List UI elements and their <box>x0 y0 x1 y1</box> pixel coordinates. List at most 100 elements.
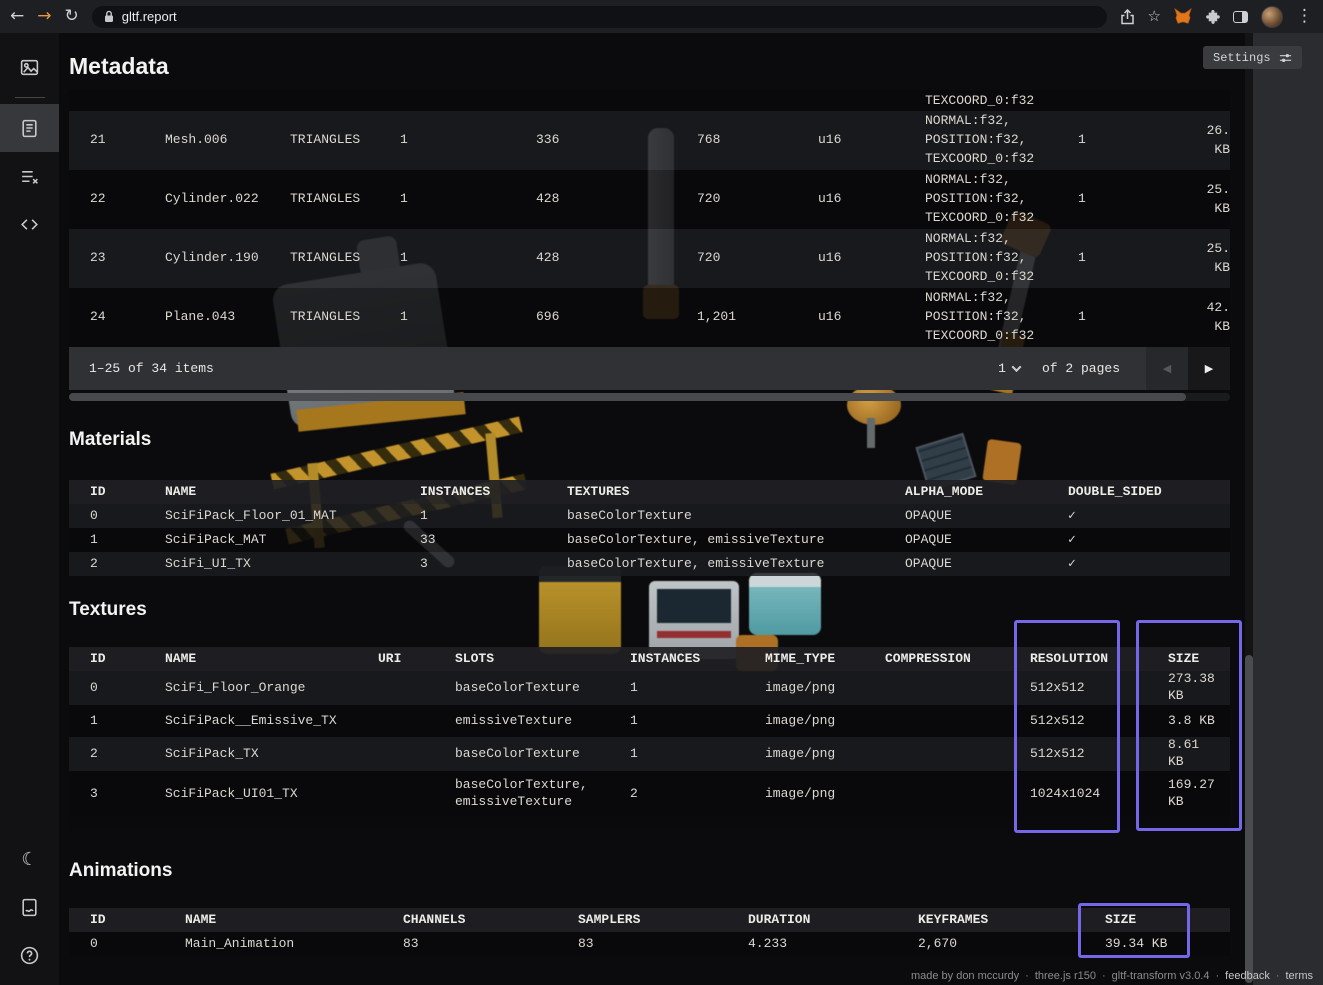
horizontal-scrollbar-thumb[interactable] <box>69 393 1186 401</box>
col-double-sided: DOUBLE_SIDED <box>1068 484 1230 501</box>
page-count: of 2 pages <box>1042 361 1120 376</box>
cell-size: 8.61 KB <box>1168 737 1218 771</box>
footer-threejs-version: three.js r150 <box>1035 970 1096 982</box>
cell-vertices: 428 <box>536 190 697 209</box>
cell-id: 0 <box>90 680 165 697</box>
table-row: 22 Cylinder.022 TRIANGLES 1 428 720 u16 … <box>69 170 1230 229</box>
cell-gl-primitives: 720 <box>697 190 818 209</box>
scene-lamp-arm <box>867 418 875 448</box>
help-icon <box>19 945 40 966</box>
footer-separator: · <box>1276 970 1280 982</box>
table-row: 2 SciFi_UI_TX 3 baseColorTexture, emissi… <box>69 552 1230 576</box>
cell-id: 0 <box>90 508 165 525</box>
col-alpha-mode: ALPHA_MODE <box>905 484 1068 501</box>
footer-separator: · <box>1025 970 1029 982</box>
cell-textures: baseColorTexture, emissiveTexture <box>567 556 905 573</box>
cell-alpha-mode: OPAQUE <box>905 532 1068 549</box>
table-header-row: ID NAME CHANNELS SAMPLERS DURATION KEYFR… <box>69 908 1230 932</box>
cell-name: SciFi_UI_TX <box>165 556 420 573</box>
terms-link[interactable]: terms <box>1286 970 1314 982</box>
share-icon[interactable] <box>1120 9 1135 25</box>
table-row: 3 SciFiPack_UI01_TX baseColorTexture, em… <box>69 771 1230 817</box>
cell-duration: 4.233 <box>748 936 918 953</box>
cell-name: SciFiPack_TX <box>165 746 378 763</box>
cell-mode: TRIANGLES <box>290 190 400 209</box>
code-icon <box>19 214 40 235</box>
sidebar-item-report[interactable] <box>0 104 59 152</box>
sidebar-item-script[interactable] <box>0 883 59 931</box>
reload-icon[interactable]: ↻ <box>65 8 79 25</box>
forward-icon[interactable]: → <box>37 8 51 25</box>
cell-id: 2 <box>90 556 165 573</box>
col-size: SIZE <box>1168 651 1230 668</box>
cell-attributes: NORMAL:f32, POSITION:f32, TEXCOORD_0:f32 <box>925 289 1078 346</box>
side-panel-icon[interactable] <box>1233 11 1248 23</box>
col-slots: SLOTS <box>455 651 630 668</box>
cell-double-sided: ✓ <box>1068 556 1230 573</box>
sidebar-item-theme[interactable]: ☾ <box>0 835 59 883</box>
browser-menu-icon[interactable]: ⋮ <box>1296 8 1313 25</box>
cell-gl-primitives: 720 <box>697 249 818 268</box>
col-instances: INSTANCES <box>420 484 567 501</box>
sidebar-item-validation[interactable] <box>0 152 59 200</box>
footer: made by don mccurdy · three.js r150 · gl… <box>911 970 1313 982</box>
table-row: 24 Plane.043 TRIANGLES 1 696 1,201 u16 N… <box>69 288 1230 347</box>
cell-size: 25. KB <box>1205 240 1230 278</box>
page-select[interactable]: 1 <box>998 361 1020 376</box>
table-row: 1 SciFiPack__Emissive_TX emissiveTexture… <box>69 705 1230 737</box>
sidebar-item-help[interactable] <box>0 931 59 979</box>
vertical-scrollbar[interactable] <box>1245 33 1253 985</box>
profile-avatar[interactable] <box>1261 6 1283 28</box>
materials-table: ID NAME INSTANCES TEXTURES ALPHA_MODE DO… <box>69 480 1230 576</box>
sidebar-item-code[interactable] <box>0 200 59 248</box>
cell-alpha-mode: OPAQUE <box>905 556 1068 573</box>
cell-slots: baseColorTexture <box>455 680 630 697</box>
cell-vertices: 336 <box>536 131 697 150</box>
col-id: ID <box>90 912 185 929</box>
table-row-partial: TEXCOORD_0:f32 <box>69 90 1230 111</box>
cell-gl-primitives: 1,201 <box>697 308 818 327</box>
col-mime-type: MIME_TYPE <box>765 651 885 668</box>
cell-indices: u16 <box>818 249 925 268</box>
cell-attributes: NORMAL:f32, POSITION:f32, TEXCOORD_0:f32 <box>925 230 1078 287</box>
cell-mime-type: image/png <box>765 713 885 730</box>
metamask-extension-icon[interactable] <box>1174 8 1192 25</box>
vertical-scrollbar-thumb[interactable] <box>1245 655 1253 983</box>
prev-page-button[interactable]: ◀ <box>1146 347 1188 390</box>
cell-slots: baseColorTexture, emissiveTexture <box>455 777 630 811</box>
cell-name: Cylinder.022 <box>165 190 290 209</box>
cell-slots: emissiveTexture <box>455 713 630 730</box>
browser-toolbar: ← → ↻ gltf.report ☆ ⋮ <box>0 0 1323 33</box>
col-name: NAME <box>185 912 403 929</box>
app-sidebar: ☾ <box>0 33 59 985</box>
tune-icon <box>1279 52 1292 64</box>
sidebar-item-images[interactable] <box>0 43 59 91</box>
bookmark-star-icon[interactable]: ☆ <box>1148 9 1161 24</box>
table-row: 0 SciFiPack_Floor_01_MAT 1 baseColorText… <box>69 504 1230 528</box>
scene-stand-foot <box>982 439 1022 485</box>
footer-separator: · <box>1102 970 1106 982</box>
cell-instances: 1 <box>630 680 765 697</box>
col-compression: COMPRESSION <box>885 651 1030 668</box>
cell-instances: 1 <box>420 508 567 525</box>
table-header-row: ID NAME URI SLOTS INSTANCES MIME_TYPE CO… <box>69 647 1230 671</box>
extensions-puzzle-icon[interactable] <box>1205 9 1220 24</box>
next-page-button[interactable]: ▶ <box>1188 347 1230 390</box>
settings-button[interactable]: Settings <box>1203 46 1302 69</box>
cell-resolution: 512x512 <box>1030 713 1168 730</box>
col-id: ID <box>90 484 165 501</box>
url-bar[interactable]: gltf.report <box>92 6 1107 28</box>
feedback-link[interactable]: feedback <box>1225 970 1270 982</box>
cell-vertices: 696 <box>536 308 697 327</box>
col-textures: TEXTURES <box>567 484 905 501</box>
list-icon <box>19 166 40 187</box>
cell-instances: 2 <box>630 786 765 803</box>
materials-title: Materials <box>69 429 151 451</box>
cell-mode: TRIANGLES <box>290 308 400 327</box>
cell-size: 26. KB <box>1205 122 1230 160</box>
cell-resolution: 1024x1024 <box>1030 786 1168 803</box>
back-icon[interactable]: ← <box>10 8 24 25</box>
horizontal-scrollbar[interactable] <box>69 393 1230 401</box>
textures-title: Textures <box>69 599 147 621</box>
scene-console-band <box>657 631 731 638</box>
